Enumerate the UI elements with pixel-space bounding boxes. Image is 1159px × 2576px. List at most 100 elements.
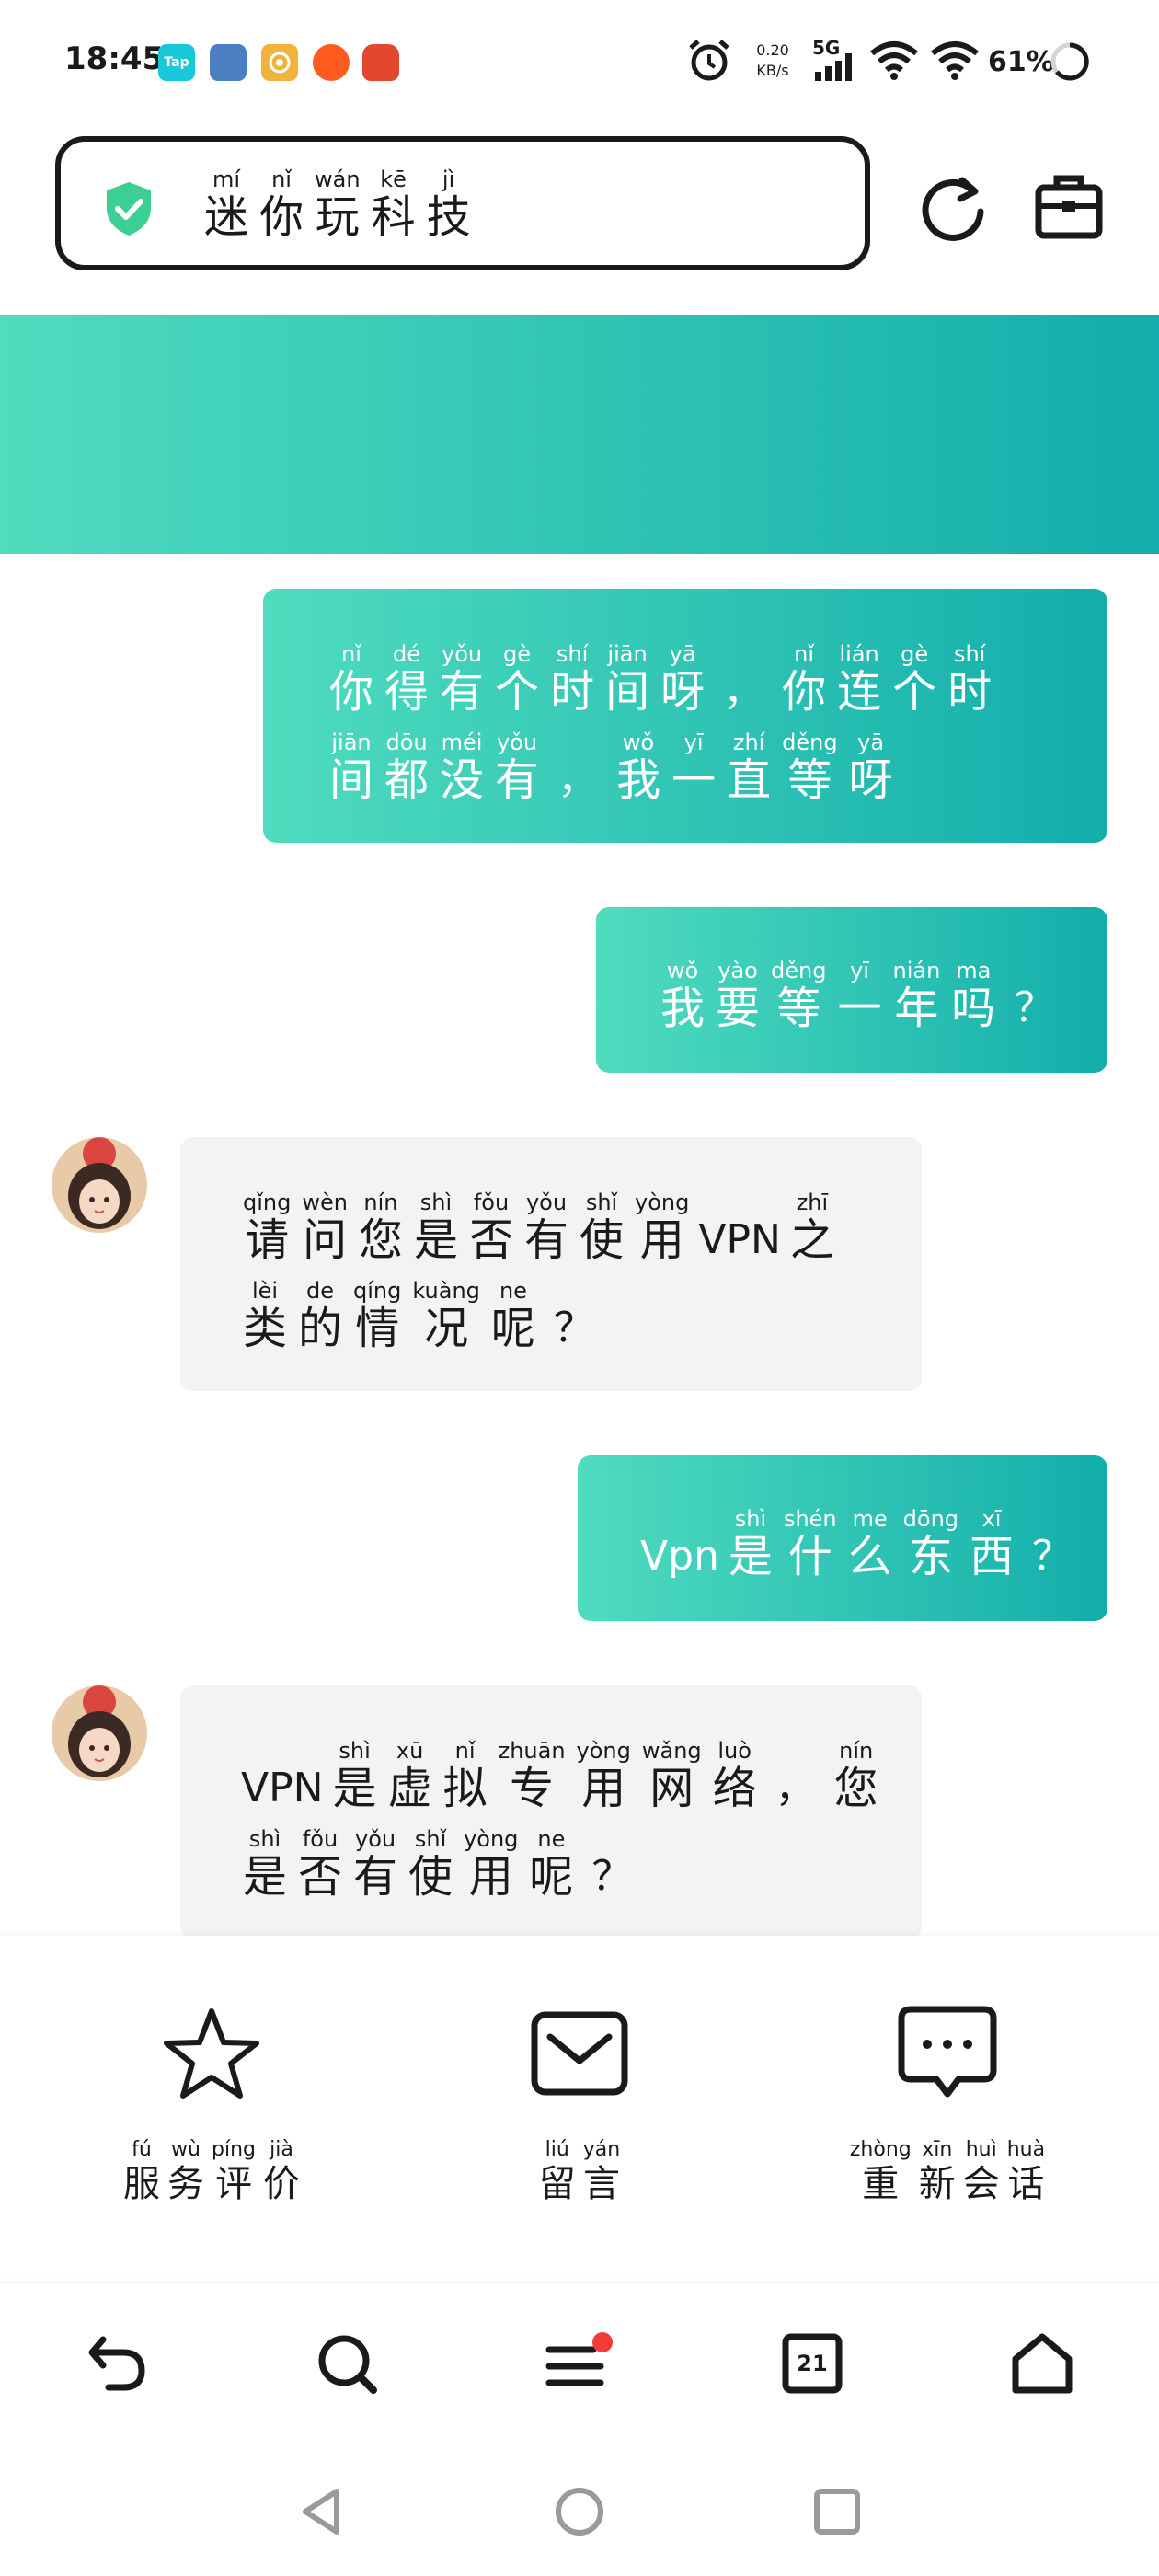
- pinyin-char: shì 是: [414, 1190, 458, 1266]
- system-back-button[interactable]: [285, 2475, 359, 2548]
- hanzi: 呢: [529, 1851, 574, 1903]
- header-banner: [0, 315, 1159, 554]
- leave-message-button[interactable]: liú 留 yán 言: [442, 1936, 717, 2276]
- pinyin: jiān: [331, 730, 372, 755]
- hanzi: 用: [468, 1851, 513, 1903]
- pinyin: yǒu: [497, 730, 538, 755]
- toolbox-icon[interactable]: [1034, 173, 1104, 241]
- pinyin: nǐ: [454, 1738, 476, 1764]
- pinyin: shí: [953, 641, 986, 667]
- pinyin-char: huà 话: [1007, 2138, 1045, 2206]
- home-button[interactable]: [1001, 2322, 1084, 2405]
- hanzi: 什: [787, 1531, 832, 1582]
- hanzi: 价: [263, 2163, 300, 2205]
- hanzi: 使: [408, 1851, 453, 1903]
- hanzi: 呀: [660, 666, 706, 718]
- chat-bubble-icon: [898, 2006, 997, 2098]
- back-arrow-icon: [88, 2336, 145, 2391]
- pinyin-char: píng 评: [212, 2138, 256, 2206]
- pinyin: yǒu: [354, 1826, 396, 1852]
- hanzi: 迷: [204, 191, 249, 243]
- pinyin: dōu: [385, 730, 428, 755]
- system-recents-button[interactable]: [800, 2475, 874, 2548]
- hanzi: 是: [332, 1763, 377, 1814]
- hanzi: 是: [728, 1531, 773, 1582]
- pinyin-char: nǐ 你: [782, 642, 826, 718]
- square-recents-icon: [814, 2489, 860, 2535]
- pinyin-char: xū 虚: [388, 1739, 432, 1814]
- back-button[interactable]: [75, 2322, 158, 2405]
- pinyin-char: xīn 新: [919, 2138, 956, 2206]
- pinyin-char: fú 服: [123, 2138, 160, 2206]
- browser-nav-bar: 21: [0, 2282, 1159, 2440]
- pinyin-char: wù 务: [167, 2138, 204, 2206]
- hanzi: 间: [605, 666, 650, 718]
- pinyin: zhuān: [498, 1738, 566, 1764]
- pinyin: dé: [393, 641, 421, 667]
- pinyin-char: qíng 情: [353, 1279, 401, 1354]
- new-conversation-button[interactable]: zhòng 重 xīn 新 huì 会 huà 话: [809, 1936, 1085, 2276]
- pinyin: yòng: [464, 1826, 519, 1852]
- title-char: kē 科: [372, 167, 416, 243]
- menu-button[interactable]: [537, 2322, 620, 2405]
- pinyin: zhí: [732, 730, 765, 755]
- hanzi: 络: [712, 1763, 757, 1814]
- hanzi: 网: [649, 1763, 694, 1814]
- hanzi: 话: [1007, 2163, 1045, 2205]
- hanzi: 你: [259, 191, 304, 243]
- user-message: wǒ 我 yào 要 děng 等 yī 一 nián 年 ma 吗？: [596, 907, 1107, 1073]
- hanzi: 新: [918, 2163, 956, 2205]
- status-bar: 18:45 Tap 0.20 KB/s 5G 61%: [0, 0, 1159, 120]
- punctuation: ，: [557, 756, 599, 803]
- hanzi: 时: [550, 666, 595, 718]
- hanzi: 是: [243, 1851, 288, 1903]
- search-button[interactable]: [305, 2322, 388, 2405]
- pinyin: shǐ: [585, 1190, 618, 1215]
- pinyin: yā: [669, 641, 696, 667]
- tabs-button[interactable]: 21: [771, 2322, 854, 2405]
- pinyin: fǒu: [473, 1190, 510, 1215]
- hanzi: 有: [524, 1214, 569, 1266]
- shield-check-icon: [107, 182, 151, 236]
- hanzi: 用: [639, 1214, 684, 1266]
- pinyin-char: yā 呀: [660, 642, 705, 718]
- rate-service-button[interactable]: fú 服 wù 务 píng 评 jià 价: [74, 1936, 350, 2276]
- pinyin-char: zhí 直: [727, 730, 771, 806]
- pinyin: dōng: [902, 1506, 959, 1532]
- pinyin: nǐ: [341, 641, 361, 667]
- hanzi: 评: [215, 2163, 252, 2205]
- user-message: Vpn shì 是 shén 什 me 么 dōng 东 xī 西？: [578, 1455, 1107, 1621]
- pinyin-char: yào 要: [716, 959, 760, 1034]
- pinyin: ne: [537, 1826, 566, 1852]
- pinyin: shì: [419, 1190, 453, 1215]
- pinyin: yán: [582, 2138, 621, 2161]
- hanzi: 况: [424, 1303, 469, 1354]
- pinyin-char: dōng 东: [903, 1507, 958, 1582]
- pinyin-char: zhī 之: [790, 1190, 834, 1266]
- pinyin: shì: [248, 1826, 281, 1852]
- hanzi: 虚: [387, 1763, 432, 1814]
- pinyin-char: de 的: [298, 1279, 342, 1354]
- pinyin: nián: [892, 958, 941, 983]
- pinyin: děng: [771, 958, 827, 983]
- bot-message: qǐng 请 wèn 问 nín 您 shì 是 fǒu 否 yǒu 有 shǐ 使 yòng 用 VPN zhī…: [180, 1137, 922, 1391]
- hanzi: 呀: [848, 754, 893, 806]
- pinyin-char: shǐ 使: [408, 1827, 453, 1903]
- hanzi: 类: [243, 1303, 288, 1354]
- pinyin: yā: [857, 730, 885, 755]
- hanzi: 技: [426, 191, 471, 243]
- hanzi: 西: [970, 1531, 1015, 1582]
- pinyin: huà: [1006, 2138, 1046, 2161]
- pinyin: nín: [363, 1190, 398, 1215]
- pinyin: xū: [396, 1738, 424, 1764]
- pinyin-char: yī 一: [671, 730, 716, 806]
- refresh-icon[interactable]: [916, 171, 990, 245]
- address-bar[interactable]: mí 迷 nǐ 你 wán 玩 kē 科 jì 技: [55, 136, 870, 270]
- pinyin: qǐng: [243, 1190, 292, 1215]
- hanzi: 呢: [490, 1303, 535, 1354]
- system-home-button[interactable]: [543, 2475, 616, 2548]
- title-char: mí 迷: [204, 167, 248, 243]
- pinyin-char: dōu 都: [384, 730, 429, 806]
- pinyin-char: yán 言: [583, 2138, 620, 2206]
- hanzi: 否: [469, 1214, 514, 1266]
